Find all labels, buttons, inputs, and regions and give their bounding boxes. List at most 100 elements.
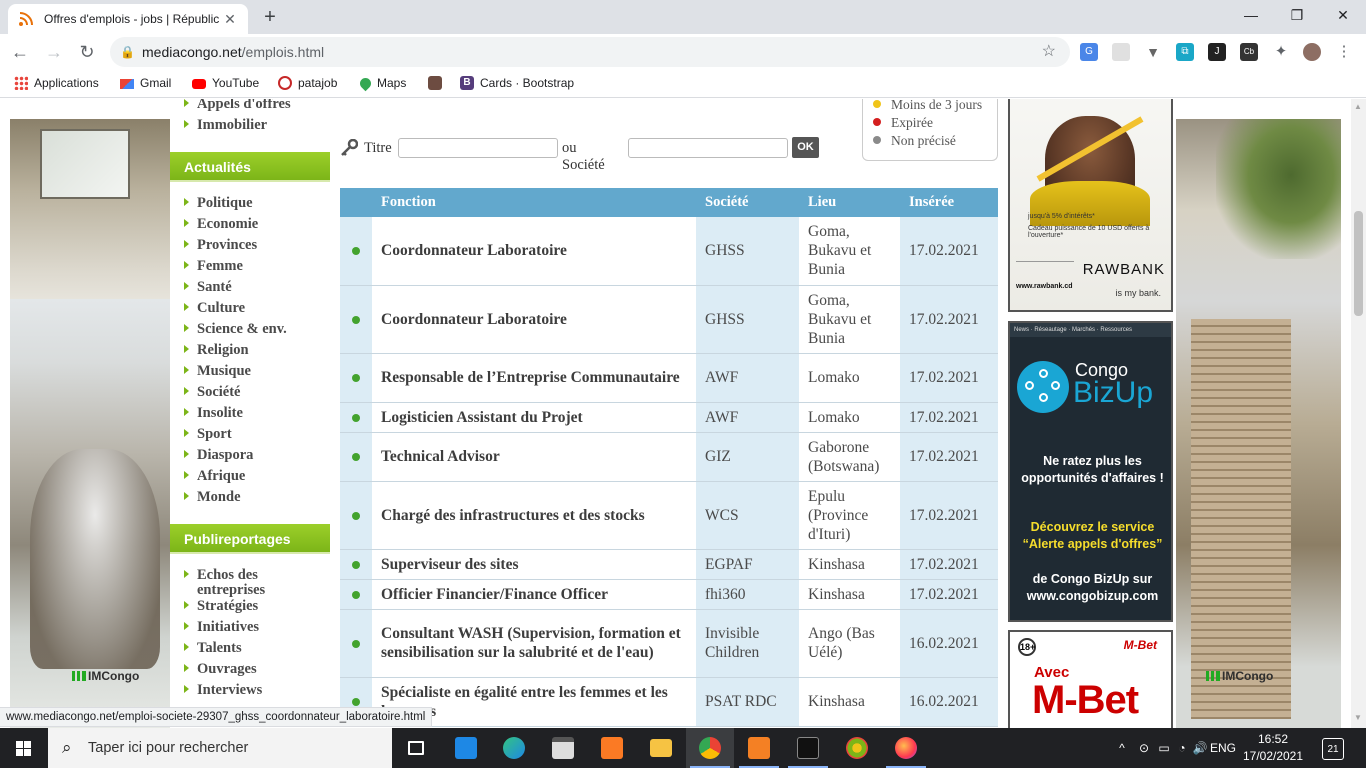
sidebar-item-talents[interactable]: Talents (184, 641, 242, 656)
sidebar-item-economie[interactable]: Economie (184, 217, 258, 232)
table-row[interactable]: Technical Advisor GIZ Gaborone (Botswana… (340, 432, 998, 482)
job-company[interactable]: EGPAF (696, 549, 799, 580)
sidebar-item-religion[interactable]: Religion (184, 343, 249, 358)
job-title[interactable]: Responsable de l’Entreprise Communautair… (372, 353, 696, 403)
job-company[interactable]: GIZ (696, 432, 799, 482)
sidebar-item-politique[interactable]: Politique (184, 196, 253, 211)
tray-language[interactable]: ENG (1208, 728, 1238, 768)
store-app[interactable] (539, 728, 587, 768)
table-row[interactable]: Chargé des infrastructures et des stocks… (340, 481, 998, 550)
terminal-app[interactable] (784, 728, 832, 768)
lieu-header[interactable]: Lieu (799, 188, 900, 217)
firefox-app[interactable] (882, 728, 930, 768)
close-window-button[interactable]: ✕ (1320, 0, 1366, 30)
job-title[interactable]: Chargé des infrastructures et des stocks (372, 481, 696, 550)
sidebar-item-interviews[interactable]: Interviews (184, 683, 262, 698)
extensions-puzzle-icon[interactable]: ✦ (1272, 43, 1290, 61)
tray-chevron-icon[interactable]: ^ (1112, 728, 1132, 768)
browser-tab[interactable]: Offres d'emplois - jobs | Républic ✕ (8, 4, 248, 34)
sidebar-item-sante[interactable]: Santé (184, 280, 232, 295)
vscode-app[interactable] (442, 728, 490, 768)
back-button[interactable]: ← (8, 40, 32, 64)
bookmark-applications[interactable]: Applications (14, 76, 99, 90)
bookmark-bootstrap[interactable]: B Cards · Bootstrap (460, 76, 574, 90)
table-row[interactable]: Coordonnateur Laboratoire GHSS Goma, Buk… (340, 285, 998, 354)
start-button[interactable] (0, 728, 48, 768)
sidebar-item-immobilier[interactable]: Immobilier (184, 118, 267, 133)
address-bar[interactable]: 🔒 mediacongo.net/emplois.html ☆ (110, 37, 1070, 67)
reload-button[interactable]: ↻ (75, 40, 99, 64)
sidebar-item-afrique[interactable]: Afrique (184, 469, 245, 484)
job-company[interactable]: fhi360 (696, 579, 799, 610)
sublime-app[interactable] (735, 728, 783, 768)
xampp-app[interactable] (588, 728, 636, 768)
job-company[interactable]: Invisible Children (696, 609, 799, 678)
tray-network-icon[interactable]: ◔ (1172, 728, 1192, 768)
bookmark-youtube[interactable]: YouTube (192, 76, 259, 90)
edge-app[interactable] (490, 728, 538, 768)
job-title[interactable]: Coordonnateur Laboratoire (372, 285, 696, 354)
bookmark-patajob[interactable]: patajob (278, 76, 337, 90)
explorer-app[interactable] (637, 728, 685, 768)
scroll-down-icon[interactable]: ▼ (1354, 713, 1362, 722)
job-title[interactable]: Coordonnateur Laboratoire (372, 217, 696, 286)
task-view-button[interactable] (392, 728, 440, 768)
sidebar-item-femme[interactable]: Femme (184, 259, 243, 274)
table-row[interactable]: Superviseur des sites EGPAF Kinshasa 17.… (340, 549, 998, 580)
app-swirl[interactable] (833, 728, 881, 768)
tray-volume-icon[interactable]: 🔊 (1190, 728, 1210, 768)
tray-battery-icon[interactable]: ▭ (1154, 728, 1174, 768)
bookmark-gmail[interactable]: Gmail (120, 76, 171, 90)
sidebar-item-strategies[interactable]: Stratégies (184, 599, 258, 614)
chrome-app[interactable] (686, 728, 734, 768)
title-input[interactable] (398, 138, 558, 158)
sidebar-item-insolite[interactable]: Insolite (184, 406, 243, 421)
sidebar-item-monde[interactable]: Monde (184, 490, 241, 505)
scroll-up-icon[interactable]: ▲ (1354, 102, 1362, 111)
new-tab-button[interactable]: + (260, 6, 280, 28)
sidebar-item-ouvrages[interactable]: Ouvrages (184, 662, 257, 677)
job-company[interactable]: GHSS (696, 285, 799, 354)
bookmark-star-icon[interactable]: ☆ (1042, 37, 1056, 67)
table-row[interactable]: Responsable de l’Entreprise Communautair… (340, 353, 998, 403)
sidebar-item-appels-offres[interactable]: Appels d'offres (184, 99, 291, 112)
maximize-button[interactable]: ❐ (1274, 0, 1320, 30)
cb-extension-icon[interactable]: Cb (1240, 43, 1258, 61)
congo-bizup-ad[interactable]: News · Réseautage · Marchés · Ressources… (1008, 321, 1173, 622)
sidebar-item-provinces[interactable]: Provinces (184, 238, 257, 253)
extension-icon[interactable] (1112, 43, 1130, 61)
table-row[interactable]: Consultant WASH (Supervision, formation … (340, 609, 998, 678)
table-row[interactable]: Coordonnateur Laboratoire GHSS Goma, Buk… (340, 217, 998, 286)
table-row[interactable]: Logisticien Assistant du Projet AWF Loma… (340, 402, 998, 433)
taskbar-search[interactable]: ⌕ Taper ici pour rechercher (48, 728, 392, 768)
sidebar-item-science-env[interactable]: Science & env. (184, 322, 287, 337)
tray-people-icon[interactable]: ⊙ (1134, 728, 1154, 768)
job-title[interactable]: Superviseur des sites (372, 549, 696, 580)
job-company[interactable]: AWF (696, 353, 799, 403)
notion-extension-icon[interactable]: J (1208, 43, 1226, 61)
job-company[interactable]: AWF (696, 402, 799, 433)
browser-menu-icon[interactable]: ⋮ (1335, 43, 1353, 61)
scrollbar-thumb[interactable] (1354, 211, 1363, 316)
sidebar-item-culture[interactable]: Culture (184, 301, 245, 316)
sidebar-item-sport[interactable]: Sport (184, 427, 232, 442)
fonction-header[interactable]: Fonction (372, 188, 696, 217)
company-input[interactable] (628, 138, 788, 158)
forward-button[interactable]: → (42, 40, 66, 64)
job-company[interactable]: GHSS (696, 217, 799, 286)
job-title[interactable]: Technical Advisor (372, 432, 696, 482)
sidebar-item-echos[interactable]: Echos des entreprises (184, 568, 324, 598)
mbet-ad[interactable]: 18+ M-Bet Avec M-Bet (1008, 630, 1173, 728)
table-row[interactable]: Spécialiste en égalité entre les femmes … (340, 677, 998, 727)
page-scrollbar[interactable]: ▲ ▼ (1351, 99, 1366, 728)
job-company[interactable]: WCS (696, 481, 799, 550)
minimize-button[interactable]: — (1228, 0, 1274, 30)
bookmark-unnamed[interactable] (428, 76, 448, 90)
screenshot-extension-icon[interactable]: ⧉ (1176, 43, 1194, 61)
ok-button[interactable]: OK (792, 137, 819, 158)
table-row[interactable]: Officier Financier/Finance Officer fhi36… (340, 579, 998, 610)
notifications-button[interactable]: 21 (1322, 738, 1344, 760)
sidebar-item-musique[interactable]: Musique (184, 364, 251, 379)
tab-close-icon[interactable]: ✕ (222, 11, 238, 28)
sidebar-item-societe[interactable]: Société (184, 385, 240, 400)
